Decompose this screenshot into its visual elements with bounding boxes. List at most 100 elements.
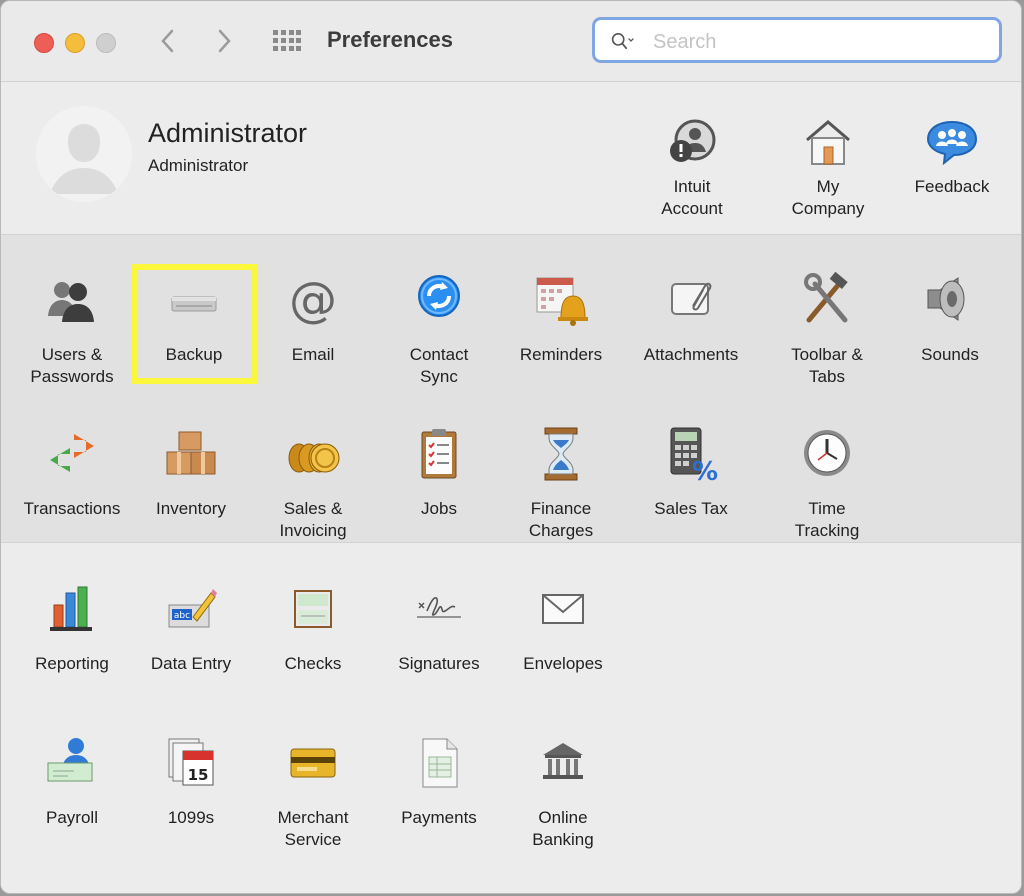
signature-icon [411, 581, 467, 637]
checks-icon [285, 581, 341, 637]
pref-email[interactable]: @ Email [251, 272, 375, 366]
svg-text:%: % [692, 457, 718, 482]
payments-doc-icon [411, 735, 467, 791]
pref-label: Checks [285, 654, 342, 673]
forward-button[interactable] [209, 25, 239, 57]
chevron-left-icon [153, 25, 183, 57]
minimize-button[interactable] [65, 33, 85, 53]
pref-label: 1099s [168, 808, 214, 827]
coins-icon [285, 426, 341, 482]
search-input[interactable] [651, 28, 985, 56]
avatar [36, 106, 132, 202]
account-section: Administrator Administrator Intuit Accou… [1, 82, 1021, 235]
close-button[interactable] [34, 33, 54, 53]
pref-label: Payroll [46, 808, 98, 827]
user-role: Administrator [148, 156, 248, 176]
clipboard-icon [411, 426, 467, 482]
sync-icon [411, 272, 467, 328]
pref-label: Finance Charges [529, 499, 593, 540]
pref-sounds[interactable]: Sounds [888, 272, 1012, 366]
pref-label: Signatures [398, 654, 479, 673]
pref-label: Reporting [35, 654, 109, 673]
pref-label: Contact Sync [410, 345, 469, 386]
user-silhouette-icon [36, 106, 132, 202]
pref-reporting[interactable]: Reporting [10, 581, 134, 675]
search-icon [611, 29, 635, 53]
arrows-icon [44, 426, 100, 482]
clock-icon [799, 426, 855, 482]
boxes-icon [163, 426, 219, 482]
pref-reminders[interactable]: Reminders [499, 272, 623, 366]
pref-label: Email [292, 345, 335, 364]
pref-label: Payments [401, 808, 477, 827]
back-button[interactable] [153, 25, 183, 57]
hourglass-icon [533, 426, 589, 482]
feedback-item[interactable]: Feedback [892, 118, 1012, 198]
pref-label: Sales & Invoicing [279, 499, 346, 540]
preferences-window: Preferences Administrator Administrator [0, 0, 1022, 894]
zoom-button[interactable] [96, 33, 116, 53]
pref-payments[interactable]: Payments [377, 735, 501, 829]
pref-sales-invoicing[interactable]: Sales & Invoicing [251, 426, 375, 542]
svg-text:abc: abc [174, 611, 190, 621]
pref-label: Transactions [24, 499, 121, 518]
pref-contact-sync[interactable]: Contact Sync [377, 272, 501, 388]
pref-data-entry[interactable]: abc Data Entry [129, 581, 253, 675]
house-icon [803, 118, 853, 166]
pref-sales-tax[interactable]: % Sales Tax [629, 426, 753, 520]
pref-users-passwords[interactable]: Users & Passwords [10, 272, 134, 388]
hammer-wrench-icon [799, 272, 855, 328]
my-company-label: My Company [792, 177, 865, 218]
intuit-account-label: Intuit Account [661, 177, 722, 218]
pref-attachments[interactable]: Attachments [629, 272, 753, 366]
pref-checks[interactable]: Checks [251, 581, 375, 675]
pref-1099s[interactable]: 15 1099s [129, 735, 253, 829]
grid-icon [273, 30, 301, 52]
paperclip-icon [663, 272, 719, 328]
intuit-account-icon [667, 118, 717, 166]
pref-label: Inventory [156, 499, 226, 518]
pref-label: Merchant Service [278, 808, 349, 849]
title-bar: Preferences [1, 1, 1021, 82]
feedback-icon [926, 118, 978, 166]
pref-label: Envelopes [523, 654, 602, 673]
pref-finance-charges[interactable]: Finance Charges [499, 426, 623, 542]
pref-toolbar-tabs[interactable]: Toolbar & Tabs [765, 272, 889, 388]
show-all-button[interactable] [273, 30, 301, 52]
pref-jobs[interactable]: Jobs [377, 426, 501, 520]
my-company-item[interactable]: My Company [768, 118, 888, 220]
pref-label: Jobs [421, 499, 457, 518]
payroll-icon [44, 735, 100, 791]
pref-time-tracking[interactable]: Time Tracking [765, 426, 889, 542]
reminder-bell-icon [533, 272, 589, 328]
pref-label: Reminders [520, 345, 602, 364]
pref-label: Sounds [921, 345, 979, 364]
window-title: Preferences [327, 27, 453, 53]
chevron-right-icon [209, 25, 239, 57]
bar-chart-icon [44, 581, 100, 637]
pref-label: Attachments [644, 345, 739, 364]
pref-label: Sales Tax [654, 499, 727, 518]
pref-label: Users & Passwords [30, 345, 113, 386]
pref-inventory[interactable]: Inventory [129, 426, 253, 520]
envelope-icon [535, 581, 591, 637]
pref-signatures[interactable]: Signatures [377, 581, 501, 675]
credit-card-icon [285, 735, 341, 791]
backup-highlight [132, 264, 258, 384]
users-icon [44, 272, 100, 328]
user-name: Administrator [148, 118, 307, 149]
pref-label: Data Entry [151, 654, 231, 673]
pref-payroll[interactable]: Payroll [10, 735, 134, 829]
pref-envelopes[interactable]: Envelopes [501, 581, 625, 675]
search-field[interactable] [592, 17, 1002, 63]
at-sign-icon: @ [285, 272, 341, 328]
speaker-icon [922, 272, 978, 328]
data-entry-icon: abc [163, 581, 219, 637]
pref-label: Toolbar & Tabs [791, 345, 863, 386]
intuit-account-item[interactable]: Intuit Account [632, 118, 752, 220]
pref-label: Online Banking [532, 808, 593, 849]
feedback-label: Feedback [915, 177, 990, 196]
pref-merchant-service[interactable]: Merchant Service [251, 735, 375, 851]
pref-transactions[interactable]: Transactions [10, 426, 134, 520]
pref-online-banking[interactable]: Online Banking [501, 735, 625, 851]
